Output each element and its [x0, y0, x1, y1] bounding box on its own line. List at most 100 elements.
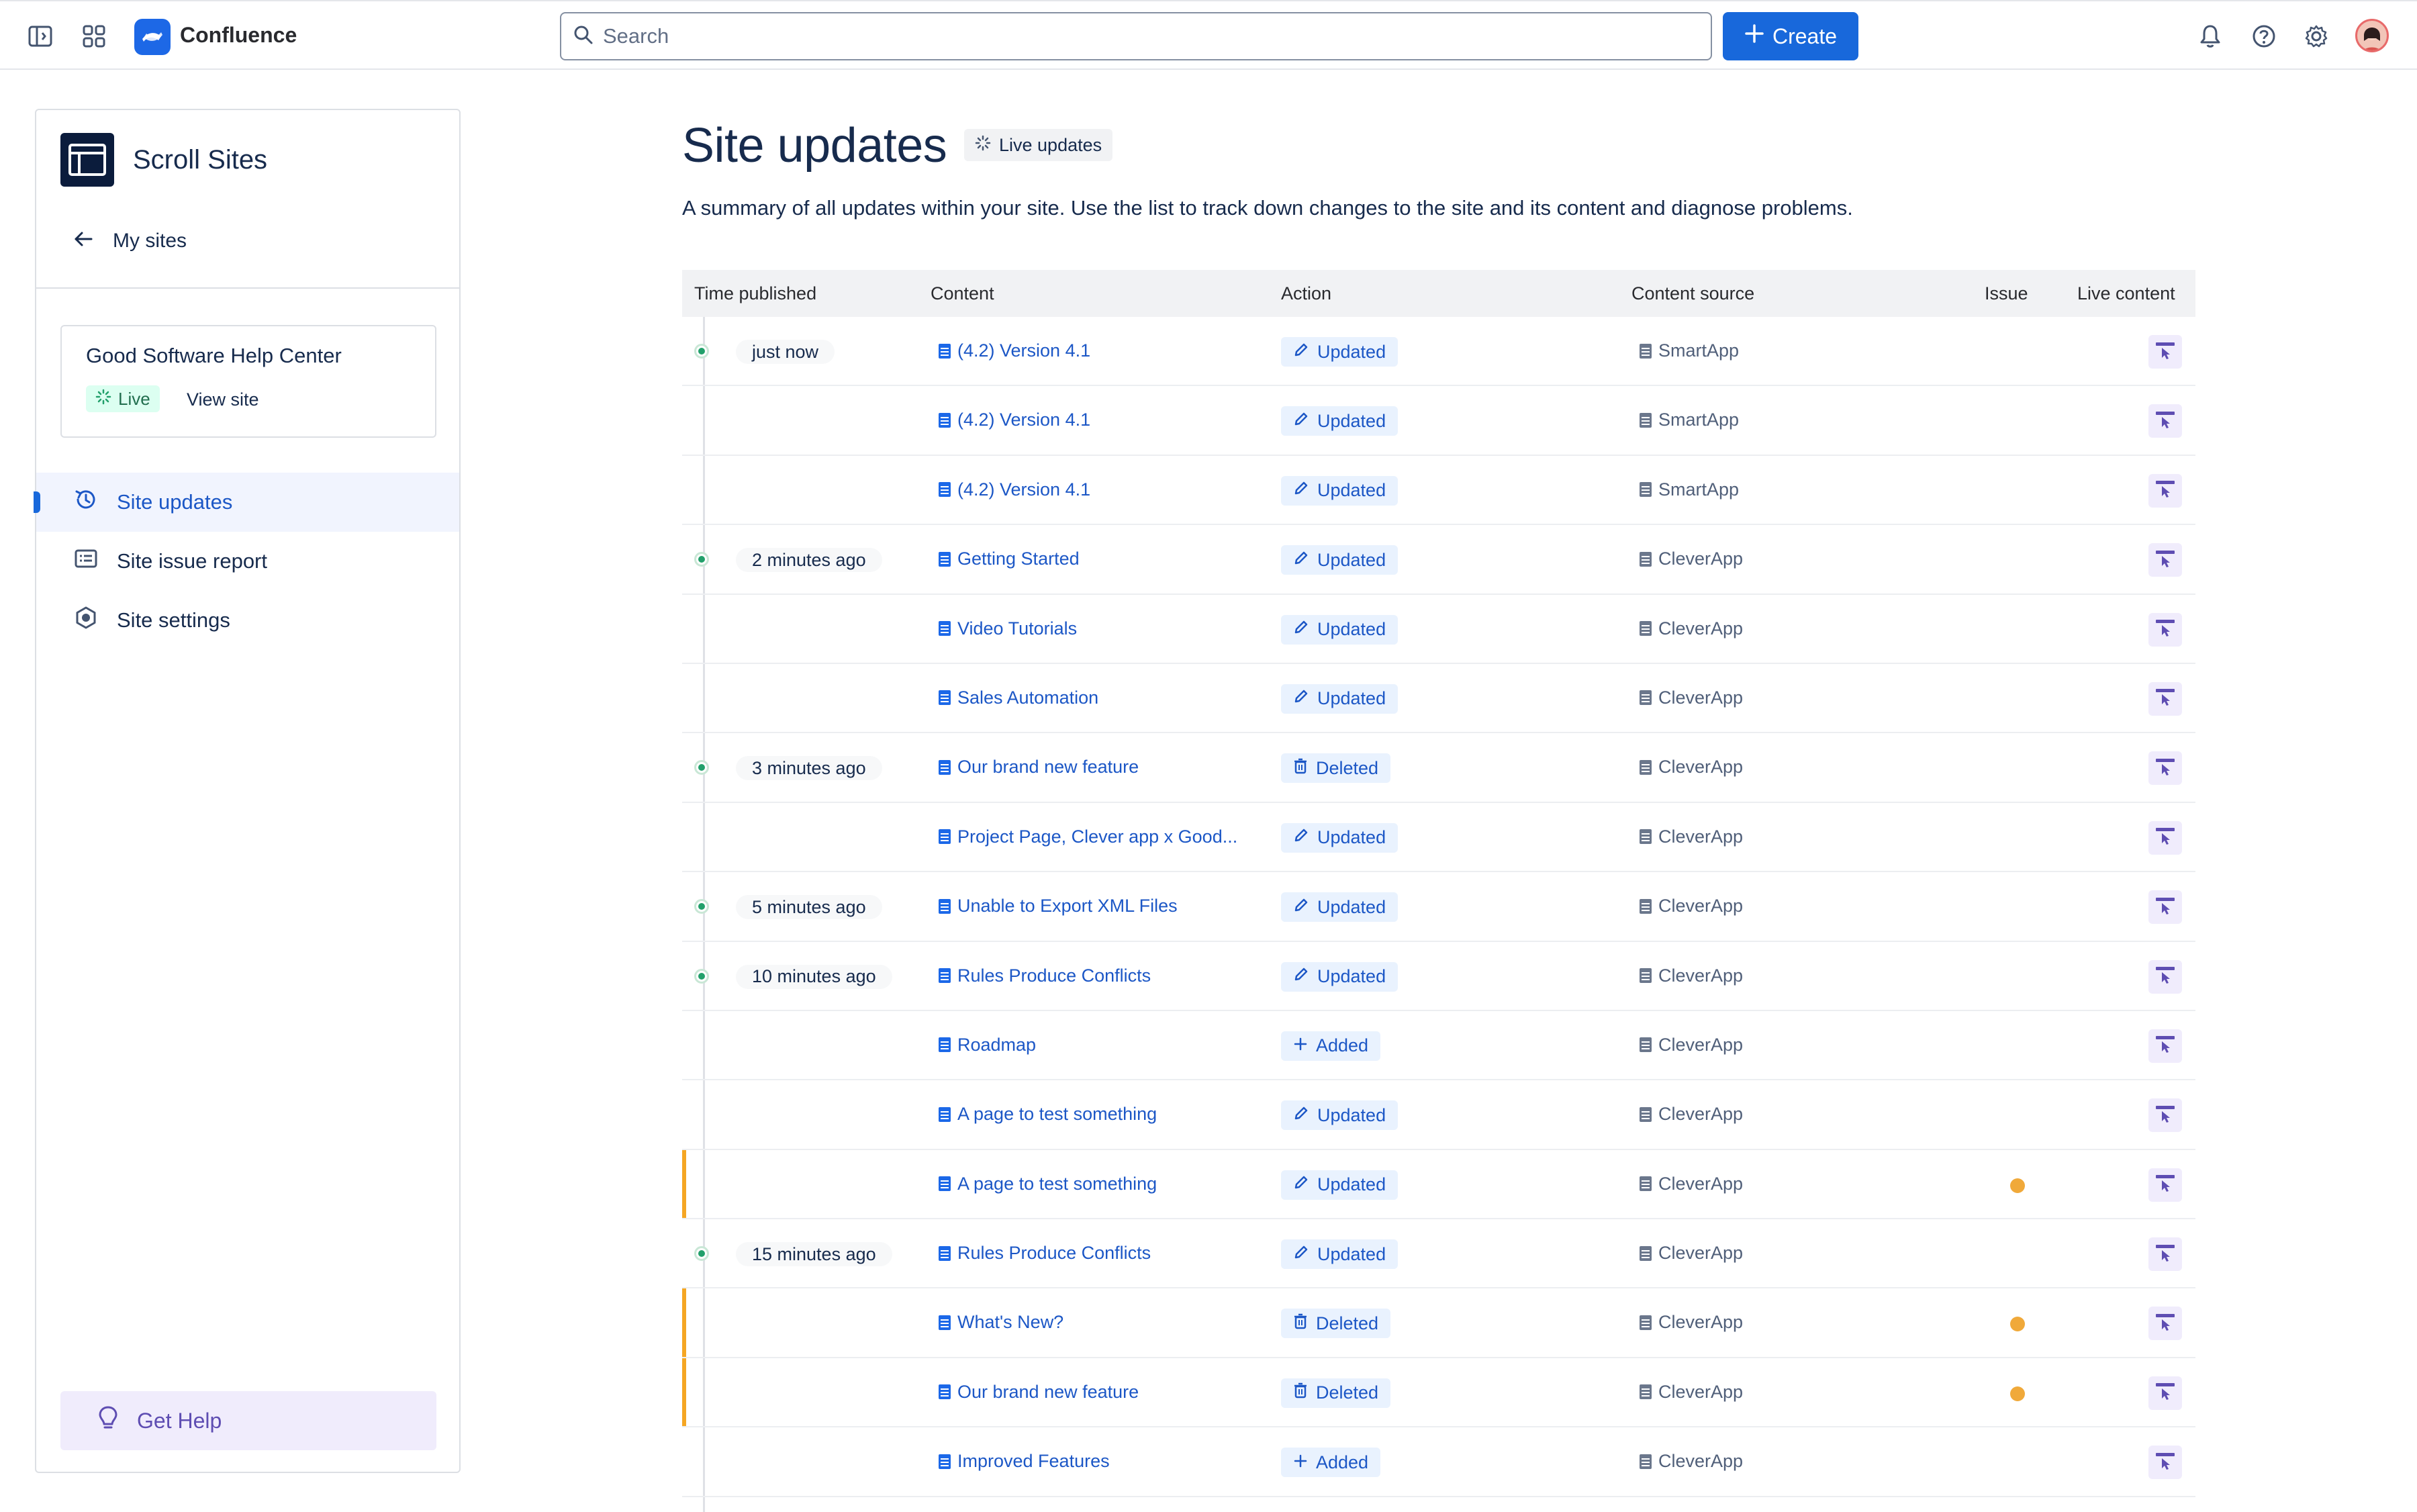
time-published: 3 minutes ago [736, 756, 882, 781]
table-row[interactable]: 15 minutes ago Rules Produce Conflicts Upd… [682, 1219, 2195, 1289]
content-link[interactable]: Getting Started [939, 549, 1080, 569]
open-live-content-button[interactable] [2148, 959, 2182, 994]
app-switcher-icon[interactable] [79, 21, 109, 51]
content-source: CleverApp [1640, 1174, 1743, 1194]
action-badge: Deleted [1281, 753, 1391, 784]
live-status-badge: Live [86, 385, 160, 412]
content-link[interactable]: Project Page, Clever app x Good... [939, 826, 1237, 847]
search-input[interactable] [603, 24, 1677, 48]
help-icon[interactable] [2249, 21, 2279, 51]
table-row[interactable]: What's New? Deleted CleverApp [682, 1288, 2195, 1358]
source-label: SmartApp [1658, 410, 1740, 430]
action-label: Deleted [1316, 1382, 1379, 1403]
open-live-content-button[interactable] [2148, 612, 2182, 647]
content-link[interactable]: Our brand new feature [939, 1382, 1139, 1403]
cursor-window-icon [2154, 1243, 2177, 1266]
table-row[interactable]: A page to test something Updated CleverApp [682, 1080, 2195, 1150]
table-row[interactable]: Project Page, Clever app x Good... Update… [682, 803, 2195, 873]
content-link[interactable]: (4.2) Version 4.1 [939, 479, 1090, 500]
open-live-content-button[interactable] [2148, 890, 2182, 925]
open-live-content-button[interactable] [2148, 543, 2182, 577]
table-row[interactable]: Roadmap Added CleverApp [682, 1011, 2195, 1081]
back-to-my-sites-link[interactable]: My sites [74, 224, 187, 258]
issue-warning-icon[interactable] [2010, 1386, 2025, 1401]
content-link[interactable]: Video Tutorials [939, 618, 1077, 639]
open-live-content-button[interactable] [2148, 335, 2182, 369]
content-link[interactable]: (4.2) Version 4.1 [939, 340, 1090, 361]
action-badge: Deleted [1281, 1378, 1391, 1408]
bell-icon[interactable] [2195, 21, 2225, 51]
table-row[interactable]: Video Tutorials Updated CleverApp [682, 595, 2195, 664]
open-live-content-button[interactable] [2148, 1168, 2182, 1202]
open-live-content-button[interactable] [2148, 1029, 2182, 1063]
avatar[interactable] [2355, 19, 2389, 52]
open-live-content-button[interactable] [2148, 473, 2182, 508]
action-badge: Updated [1281, 1100, 1399, 1131]
content-link[interactable]: A page to test something [939, 1104, 1157, 1125]
open-live-content-button[interactable] [2148, 751, 2182, 786]
create-button[interactable]: Create [1723, 12, 1858, 60]
view-site-link[interactable]: View site [187, 389, 259, 410]
table-row[interactable]: 10 minutes ago Rules Produce Conflicts Upd… [682, 942, 2195, 1011]
content-link[interactable]: (4.2) Version 4.1 [939, 410, 1090, 430]
issue-warning-icon[interactable] [2010, 1317, 2025, 1332]
time-published: 5 minutes ago [736, 895, 882, 920]
table-row[interactable]: Sales Automation Updated CleverApp [682, 664, 2195, 734]
confluence-logo-icon[interactable] [134, 19, 171, 55]
open-live-content-button[interactable] [2148, 1376, 2182, 1410]
content-link[interactable]: What's New? [939, 1312, 1063, 1333]
table-row[interactable]: A page to test something Updated CleverApp [682, 1149, 2195, 1220]
sidebar-item-site-settings[interactable]: Site settings [36, 591, 459, 650]
issue-warning-icon[interactable] [2010, 1178, 2025, 1193]
table-row[interactable]: (4.2) Version 4.1 Updated SmartApp [682, 456, 2195, 526]
cursor-window-icon [2154, 340, 2177, 364]
source-icon [1640, 1454, 1652, 1469]
table-row[interactable]: (4.2) Version 4.1 Updated SmartApp [682, 386, 2195, 456]
table-row[interactable]: just now (4.2) Version 4.1 Updated SmartApp [682, 317, 2195, 387]
column-header-time[interactable]: Time published [694, 283, 816, 304]
content-link[interactable]: A page to test something [939, 1174, 1157, 1194]
cursor-window-icon [2154, 618, 2177, 641]
content-link[interactable]: Improved Features [939, 1451, 1110, 1472]
open-live-content-button[interactable] [2148, 681, 2182, 716]
content-title: Roadmap [957, 1034, 1037, 1055]
site-name: Good Software Help Center [86, 344, 342, 367]
content-link[interactable]: Sales Automation [939, 688, 1098, 708]
column-header-source[interactable]: Content source [1631, 283, 1754, 304]
open-live-content-button[interactable] [2148, 820, 2182, 855]
brand-name[interactable]: Confluence [180, 23, 297, 48]
sidebar-toggle-icon[interactable] [26, 21, 55, 51]
page-icon [939, 1037, 951, 1053]
content-link[interactable]: Rules Produce Conflicts [939, 1243, 1151, 1264]
table-row[interactable]: Improved Features Added CleverApp [682, 1427, 2195, 1497]
content-link[interactable]: Our brand new feature [939, 757, 1139, 777]
column-header-live-content[interactable]: Live content [2077, 283, 2175, 304]
content-link[interactable]: Rules Produce Conflicts [939, 965, 1151, 986]
open-live-content-button[interactable] [2148, 1237, 2182, 1272]
sidebar-item-label: Site issue report [117, 549, 267, 573]
table-row[interactable]: 2 minutes ago Getting Started Updated Cleve… [682, 525, 2195, 595]
column-header-content[interactable]: Content [931, 283, 994, 304]
column-header-issue[interactable]: Issue [1985, 283, 2028, 304]
sidebar-item-site-issue-report[interactable]: Site issue report [36, 532, 459, 591]
table-row[interactable]: 5 minutes ago Unable to Export XML Files U… [682, 872, 2195, 942]
published-dot-icon [694, 899, 709, 914]
page-icon [939, 968, 951, 984]
table-row[interactable]: 3 minutes ago Our brand new feature Delete… [682, 733, 2195, 803]
sidebar-item-site-updates[interactable]: Site updates [34, 473, 459, 532]
open-live-content-button[interactable] [2148, 1098, 2182, 1133]
source-icon [1640, 1315, 1652, 1330]
search-bar[interactable] [560, 12, 1712, 60]
content-link[interactable]: Roadmap [939, 1035, 1036, 1055]
column-header-action[interactable]: Action [1281, 283, 1331, 304]
trash-icon [1293, 758, 1308, 779]
page-title: Site updates [682, 119, 947, 173]
open-live-content-button[interactable] [2148, 1446, 2182, 1480]
open-live-content-button[interactable] [2148, 1307, 2182, 1341]
gear-icon[interactable] [2302, 21, 2331, 51]
page-icon [939, 1106, 951, 1122]
content-link[interactable]: Unable to Export XML Files [939, 896, 1178, 916]
open-live-content-button[interactable] [2148, 404, 2182, 438]
table-row[interactable]: Our brand new feature Deleted CleverApp [682, 1358, 2195, 1428]
get-help-button[interactable]: Get Help [60, 1391, 436, 1450]
